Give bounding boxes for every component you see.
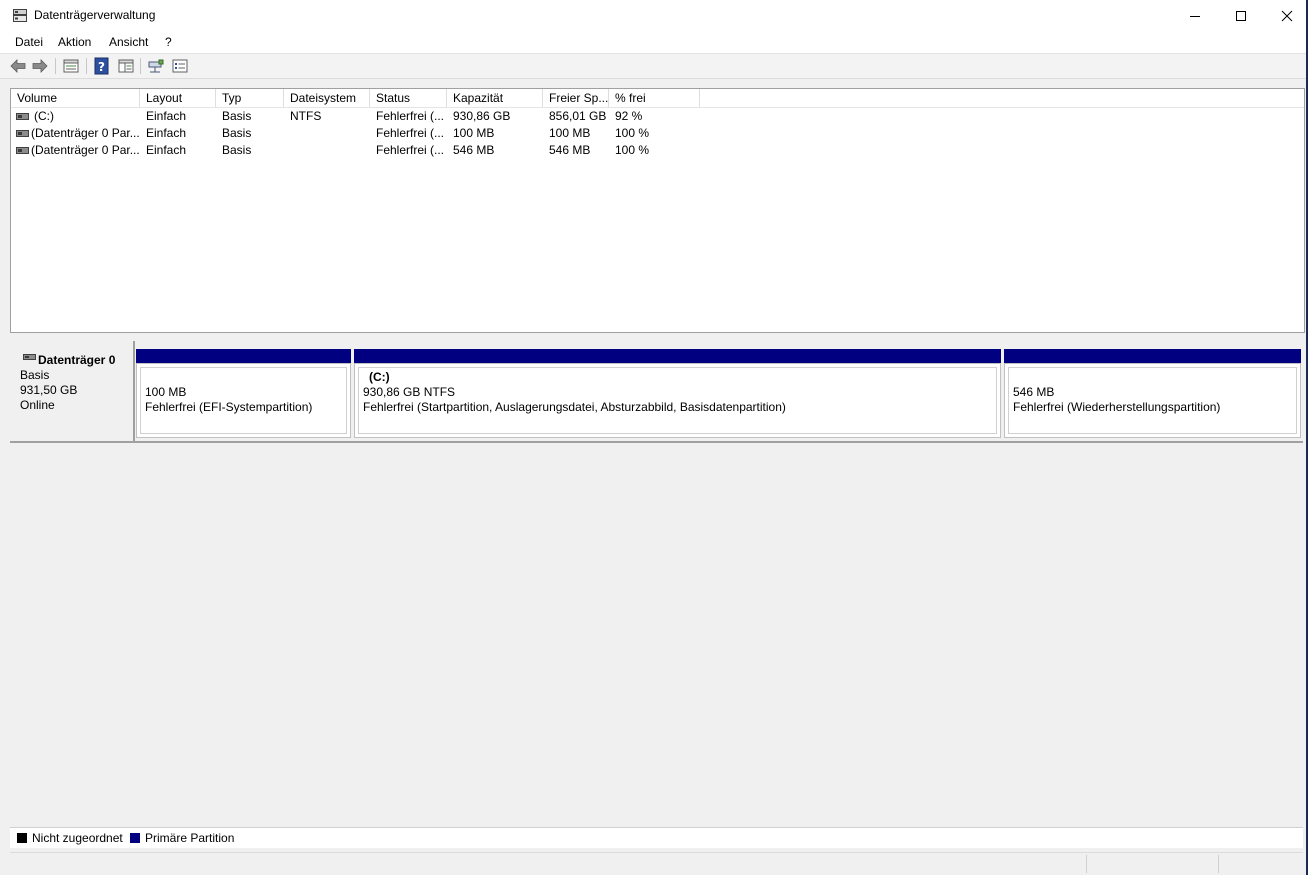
volume-status: Fehlerfrei (... (376, 126, 445, 140)
volume-type: Basis (222, 143, 252, 157)
legend-swatch-unallocated (17, 833, 27, 843)
partition-size: 546 MB (1013, 385, 1055, 399)
legend-swatch-primary (130, 833, 140, 843)
disk-management-window: Datenträgerverwaltung Datei Aktion Ansic… (0, 0, 1308, 875)
disk-info-panel[interactable]: Datenträger 0 Basis 931,50 GB Online (10, 341, 135, 443)
pane-splitter[interactable] (10, 333, 1303, 338)
volume-free-space: 546 MB (549, 143, 591, 157)
volume-name: (Datenträger 0 Par... (31, 126, 139, 140)
help-icon[interactable]: ? (93, 57, 111, 75)
partition-size: 100 MB (145, 385, 187, 399)
disk-name: Datenträger 0 (38, 353, 116, 367)
volume-list[interactable]: Volume Layout Typ Dateisystem Status Kap… (10, 88, 1305, 333)
menu-help[interactable]: ? (165, 35, 172, 49)
disk-management-app-icon (13, 9, 27, 22)
volume-type: Basis (222, 126, 252, 140)
maximize-icon (1236, 11, 1246, 21)
disk-state: Online (20, 398, 55, 412)
primary-partition-bar (354, 349, 1001, 363)
legend: Nicht zugeordnet Primäre Partition (10, 827, 1303, 848)
volume-capacity: 546 MB (453, 143, 495, 157)
svg-text:?: ? (98, 60, 105, 74)
volume-filesystem (290, 125, 368, 142)
maximize-button[interactable] (1218, 0, 1264, 32)
column-header-layout[interactable]: Layout (140, 89, 216, 107)
connect-icon[interactable] (147, 57, 165, 75)
volume-list-header: Volume Layout Typ Dateisystem Status Kap… (11, 89, 1304, 108)
volume-capacity: 100 MB (453, 126, 495, 140)
volume-layout: Einfach (146, 109, 187, 123)
volume-row[interactable]: (Datenträger 0 Par... Einfach Basis Fehl… (11, 125, 1304, 142)
drive-icon (16, 130, 29, 137)
column-header-dateisystem[interactable]: Dateisystem (284, 89, 370, 107)
volume-capacity: 930,86 GB (453, 109, 511, 123)
volume-status: Fehlerfrei (... (376, 143, 445, 157)
volume-percent-free: 100 % (615, 126, 650, 140)
volume-status: Fehlerfrei (... (376, 109, 445, 123)
disk-graphical-view: Datenträger 0 Basis 931,50 GB Online 100… (10, 341, 1303, 444)
partition-status: Fehlerfrei (EFI-Systempartition) (145, 400, 313, 414)
column-header-kapazitaet[interactable]: Kapazität (447, 89, 543, 107)
primary-partition-bar (1004, 349, 1301, 363)
column-header-volume[interactable]: Volume (11, 89, 140, 107)
drive-icon (16, 147, 29, 154)
toolbar-separator (55, 58, 56, 74)
title-bar[interactable]: Datenträgerverwaltung (0, 0, 1306, 32)
volume-row[interactable]: (C:) Einfach Basis NTFS Fehlerfrei (... … (11, 108, 1304, 125)
console-tree-icon[interactable] (117, 57, 135, 75)
close-icon (1281, 10, 1293, 22)
back-arrow-icon[interactable] (9, 57, 27, 75)
volume-filesystem: NTFS (290, 109, 322, 123)
menu-aktion[interactable]: Aktion (58, 35, 91, 49)
drive-icon (16, 113, 29, 120)
close-button[interactable] (1264, 0, 1308, 32)
partition-status: Fehlerfrei (Wiederherstellungspartition) (1013, 400, 1221, 414)
volume-row[interactable]: (Datenträger 0 Par... Einfach Basis Fehl… (11, 142, 1304, 159)
menu-bar: Datei Aktion Ansicht ? (0, 32, 1306, 54)
volume-type: Basis (222, 109, 252, 123)
volume-filesystem (290, 142, 368, 159)
volume-layout: Einfach (146, 143, 187, 157)
disk-bottom-border (135, 441, 1303, 443)
volume-name: (Datenträger 0 Par... (31, 143, 139, 157)
minimize-button[interactable] (1172, 0, 1218, 32)
toolbar-separator (140, 58, 141, 74)
partition-label: (C:) (369, 370, 390, 384)
legend-label-unallocated: Nicht zugeordnet (32, 831, 123, 845)
partition-c[interactable]: (C:) 930,86 GB NTFS Fehlerfrei (Startpar… (354, 349, 1001, 438)
volume-free-space: 856,01 GB (549, 109, 607, 123)
primary-partition-bar (136, 349, 351, 363)
minimize-icon (1190, 16, 1200, 17)
volume-percent-free: 100 % (615, 143, 650, 157)
disk-type: Basis (20, 368, 50, 382)
partition-size: 930,86 GB NTFS (363, 385, 456, 399)
volume-percent-free: 92 % (615, 109, 643, 123)
toolbar-separator (86, 58, 87, 74)
volume-layout: Einfach (146, 126, 187, 140)
disk-size: 931,50 GB (20, 383, 78, 397)
column-header-typ[interactable]: Typ (216, 89, 284, 107)
forward-arrow-icon[interactable] (31, 57, 49, 75)
window-title: Datenträgerverwaltung (34, 8, 156, 22)
list-view-icon[interactable] (171, 57, 189, 75)
client-area: Volume Layout Typ Dateisystem Status Kap… (0, 79, 1306, 875)
column-header-freier-speicher[interactable]: Freier Sp... (543, 89, 609, 107)
menu-datei[interactable]: Datei (15, 35, 43, 49)
volume-free-space: 100 MB (549, 126, 591, 140)
status-bar (10, 852, 1303, 875)
volume-name: (C:) (34, 109, 54, 123)
toolbar: ? (0, 54, 1306, 79)
partition-recovery[interactable]: 546 MB Fehlerfrei (Wiederherstellungspar… (1004, 349, 1301, 438)
disk-icon (23, 354, 36, 360)
column-header-status[interactable]: Status (370, 89, 447, 107)
partition-efi[interactable]: 100 MB Fehlerfrei (EFI-Systempartition) (136, 349, 351, 438)
legend-label-primary: Primäre Partition (145, 831, 235, 845)
menu-ansicht[interactable]: Ansicht (109, 35, 148, 49)
column-header-prozent-frei[interactable]: % frei (609, 89, 700, 107)
properties-icon[interactable] (62, 57, 80, 75)
partition-status: Fehlerfrei (Startpartition, Auslagerungs… (363, 400, 786, 414)
